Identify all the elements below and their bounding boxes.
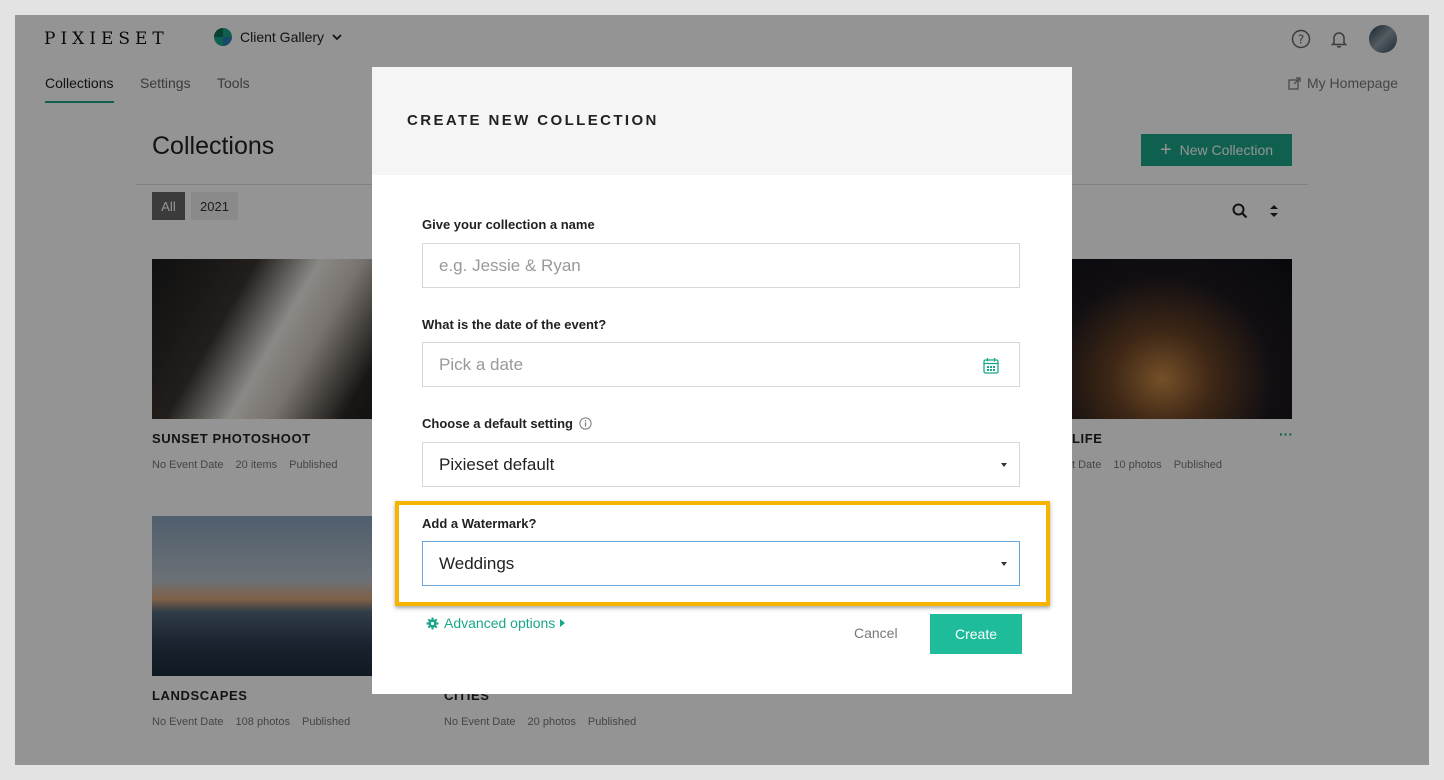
default-setting-label-text: Choose a default setting <box>422 416 573 431</box>
event-date-input[interactable]: Pick a date <box>422 342 1020 387</box>
cancel-button[interactable]: Cancel <box>854 625 898 641</box>
watermark-label: Add a Watermark? <box>422 516 537 531</box>
watermark-select[interactable]: Weddings <box>422 541 1020 586</box>
create-collection-modal: CREATE NEW COLLECTION Give your collecti… <box>372 67 1072 694</box>
default-setting-value: Pixieset default <box>439 454 555 474</box>
create-button[interactable]: Create <box>930 614 1022 654</box>
advanced-options-link[interactable]: Advanced options <box>426 615 566 631</box>
caret-right-icon <box>560 619 566 627</box>
modal-title: CREATE NEW COLLECTION <box>407 112 659 129</box>
gear-icon <box>426 617 439 629</box>
dropdown-caret-icon <box>1001 562 1007 566</box>
event-date-placeholder: Pick a date <box>439 354 524 374</box>
name-label: Give your collection a name <box>422 217 595 232</box>
modal-header: CREATE NEW COLLECTION <box>372 67 1072 175</box>
advanced-options-label: Advanced options <box>444 615 556 631</box>
collection-name-input[interactable]: e.g. Jessie & Ryan <box>422 243 1020 288</box>
dropdown-caret-icon <box>1001 463 1007 467</box>
default-setting-select[interactable]: Pixieset default <box>422 442 1020 487</box>
info-icon[interactable] <box>579 417 592 430</box>
calendar-icon[interactable] <box>983 357 999 374</box>
watermark-value: Weddings <box>439 553 515 573</box>
app-window: PIXIESET Client Gallery ? Collections Se… <box>15 15 1429 765</box>
date-label: What is the date of the event? <box>422 317 607 332</box>
default-setting-label: Choose a default setting <box>422 416 592 431</box>
